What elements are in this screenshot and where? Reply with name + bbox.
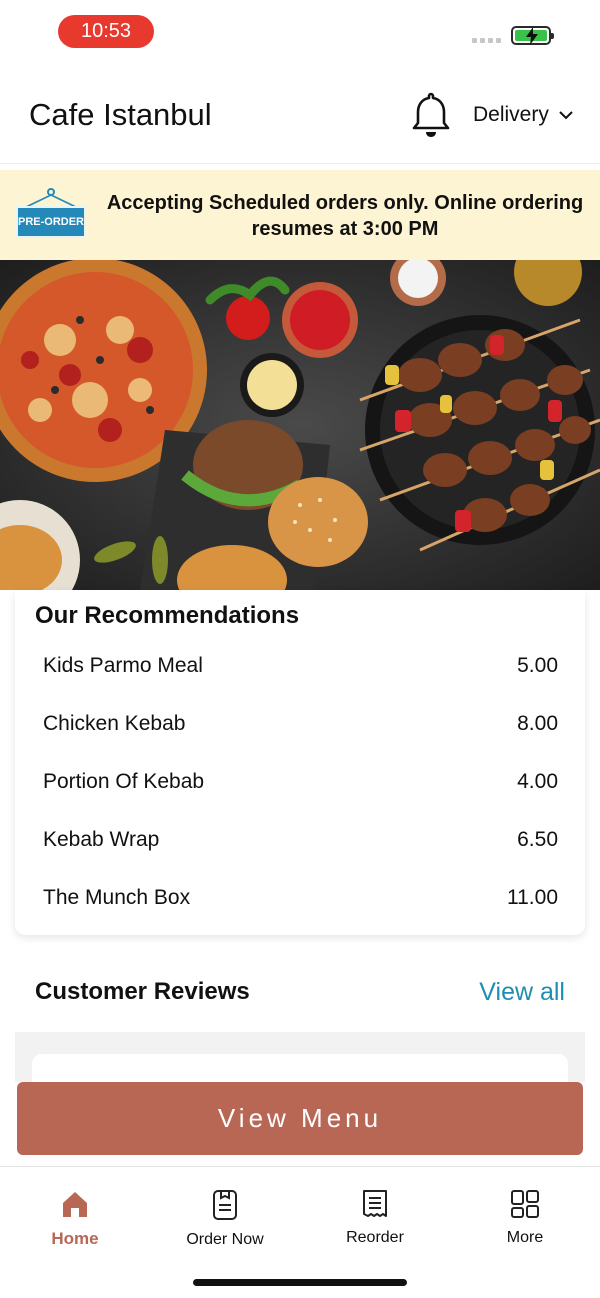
recommendations-card: Our Recommendations Kids Parmo Meal 5.00… [15, 590, 585, 935]
tab-home[interactable]: Home [0, 1189, 150, 1249]
tab-order-now-label: Order Now [186, 1231, 264, 1248]
hero-food-image [0, 260, 600, 590]
banner-message: Accepting Scheduled orders only. Online … [106, 192, 584, 240]
recommendation-price: 6.50 [517, 828, 558, 851]
battery-icon [511, 26, 554, 45]
home-icon [63, 1192, 87, 1217]
grid-icon [511, 1190, 539, 1218]
reviews-title: Customer Reviews [35, 978, 250, 1005]
delivery-mode-label: Delivery [473, 103, 549, 126]
recommendation-price: 8.00 [517, 712, 558, 735]
tab-more-label: More [506, 1229, 544, 1246]
recommendation-price: 4.00 [517, 770, 558, 793]
tab-home-label: Home [51, 1229, 99, 1248]
recommendation-name: Portion Of Kebab [43, 770, 205, 793]
tab-order-now[interactable]: Order Now [150, 1189, 300, 1249]
status-bar: 10:53 [0, 0, 600, 64]
recommendation-item[interactable]: The Munch Box 11.00 [43, 886, 558, 910]
tab-reorder-label: Reorder [346, 1229, 404, 1246]
delivery-mode-select[interactable]: Delivery [473, 103, 573, 127]
tab-reorder[interactable]: Reorder [300, 1189, 450, 1247]
app-header: Cafe Istanbul Delivery [0, 64, 600, 164]
bell-icon[interactable] [411, 91, 451, 144]
reviews-header: Customer Reviews View all [15, 952, 585, 1032]
tab-more[interactable]: More [450, 1189, 600, 1247]
recommendation-item[interactable]: Portion Of Kebab 4.00 [43, 770, 558, 794]
recommendation-price: 11.00 [507, 886, 558, 909]
order-icon [213, 1190, 237, 1220]
recommendation-price: 5.00 [517, 654, 558, 677]
preorder-banner: PRE-ORDER Accepting Scheduled orders onl… [0, 170, 600, 260]
status-time: 10:53 [58, 15, 154, 48]
recommendation-name: The Munch Box [43, 886, 191, 909]
recommendations-title: Our Recommendations [35, 602, 300, 629]
recommendation-item[interactable]: Kids Parmo Meal 5.00 [43, 654, 558, 678]
recommendation-item[interactable]: Kebab Wrap 6.50 [43, 828, 558, 852]
recommendation-name: Kebab Wrap [43, 828, 160, 851]
view-menu-button[interactable]: View Menu [17, 1082, 583, 1155]
page-title: Cafe Istanbul [29, 97, 212, 132]
preorder-tag-label: PRE-ORDER [16, 206, 86, 238]
view-all-reviews-link[interactable]: View all [479, 978, 565, 1007]
recommendation-item[interactable]: Chicken Kebab 8.00 [43, 712, 558, 736]
chevron-down-icon [559, 111, 573, 120]
recommendation-name: Kids Parmo Meal [43, 654, 203, 677]
receipt-icon [363, 1190, 387, 1217]
signal-icon [472, 38, 501, 43]
recommendation-name: Chicken Kebab [43, 712, 186, 735]
preorder-tag: PRE-ORDER [16, 188, 86, 240]
home-indicator [193, 1279, 407, 1286]
